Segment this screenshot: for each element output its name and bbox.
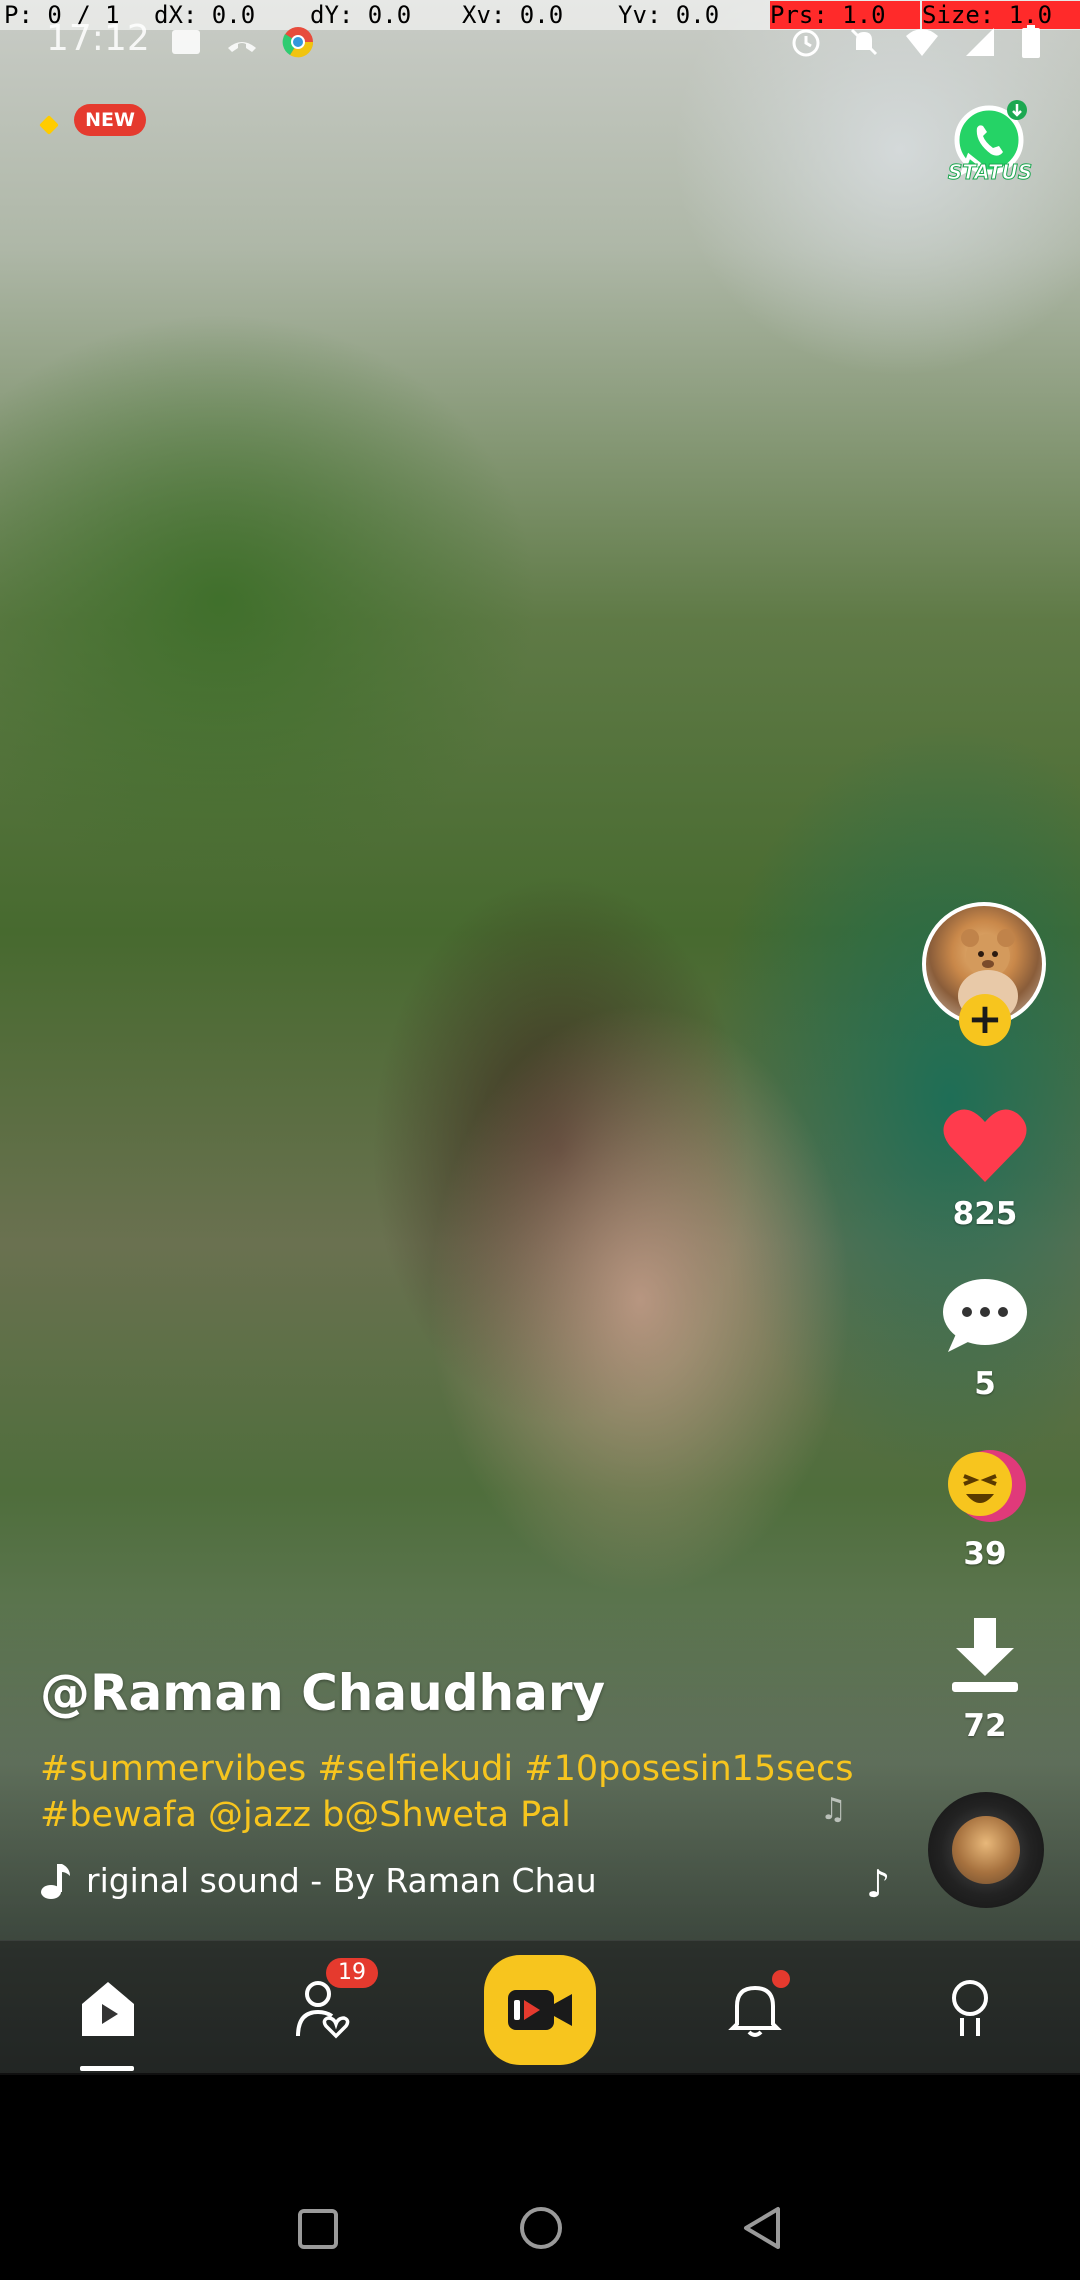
battery-icon [1022,25,1040,58]
wifi-icon [906,29,938,56]
home-play-icon[interactable] [78,1978,138,2040]
floating-music-note-icon: ♪ [866,1862,891,1906]
like-action[interactable]: 825 [930,1106,1040,1232]
new-badge[interactable]: NEW [74,104,146,136]
nav-profile[interactable] [910,1941,1030,2076]
follow-plus-button[interactable]: + [959,994,1011,1046]
laughing-emoji-icon[interactable] [940,1446,1030,1526]
reaction-count: 39 [963,1536,1007,1572]
heart-icon[interactable] [940,1106,1030,1186]
download-icon[interactable] [940,1614,1030,1698]
comment-count: 5 [974,1366,996,1402]
music-title: riginal sound - By Raman Chau [86,1860,597,1900]
comment-action[interactable]: 5 [930,1276,1040,1402]
person-icon[interactable] [942,1978,998,2040]
status-left-icons [168,24,316,60]
back-triangle-icon[interactable] [740,2205,786,2251]
debug-dy: dY: 0.0 [310,1,412,29]
recent-apps-icon[interactable] [296,2207,340,2251]
nav-notifications[interactable] [695,1941,815,2076]
reaction-action[interactable]: 39 [930,1446,1040,1572]
nav-home[interactable] [48,1941,168,2076]
music-note-icon [41,1864,70,1899]
status-right-icons [788,24,1042,60]
chrome-app-icon [282,27,314,58]
video-camera-icon [508,1990,572,2030]
bell-icon[interactable] [727,1978,783,2040]
system-navigation-bar [0,2075,1080,2280]
debug-yv: Yv: 0.0 [618,1,720,29]
mute-icon [850,28,878,56]
following-badge: 19 [326,1958,378,1988]
debug-xv: Xv: 0.0 [462,1,564,29]
download-action[interactable]: 72 [930,1614,1040,1744]
comment-bubble-icon[interactable] [940,1276,1030,1356]
creator-username[interactable]: @Raman Chaudhary [40,1664,605,1722]
home-circle-icon[interactable] [518,2205,564,2251]
download-count: 72 [963,1708,1007,1744]
missed-call-icon [228,42,256,52]
music-note-faint-icon: ♫ [820,1792,847,1827]
caption-hashtags[interactable]: #summervibes #selfiekudi #10posesin15sec… [40,1746,870,1838]
like-count: 825 [952,1196,1018,1232]
home-active-indicator [80,2066,134,2071]
notification-icon [172,30,200,54]
whatsapp-status-label[interactable]: STATUS [945,160,1035,185]
music-row[interactable]: riginal sound - By Raman Chau [40,1858,611,1902]
status-time: 17:12 [46,18,150,59]
create-video-button[interactable] [484,1955,596,2065]
music-disc-cover [952,1816,1020,1884]
signal-icon [966,28,994,56]
notification-dot [772,1970,790,1988]
alarm-icon [792,29,820,57]
